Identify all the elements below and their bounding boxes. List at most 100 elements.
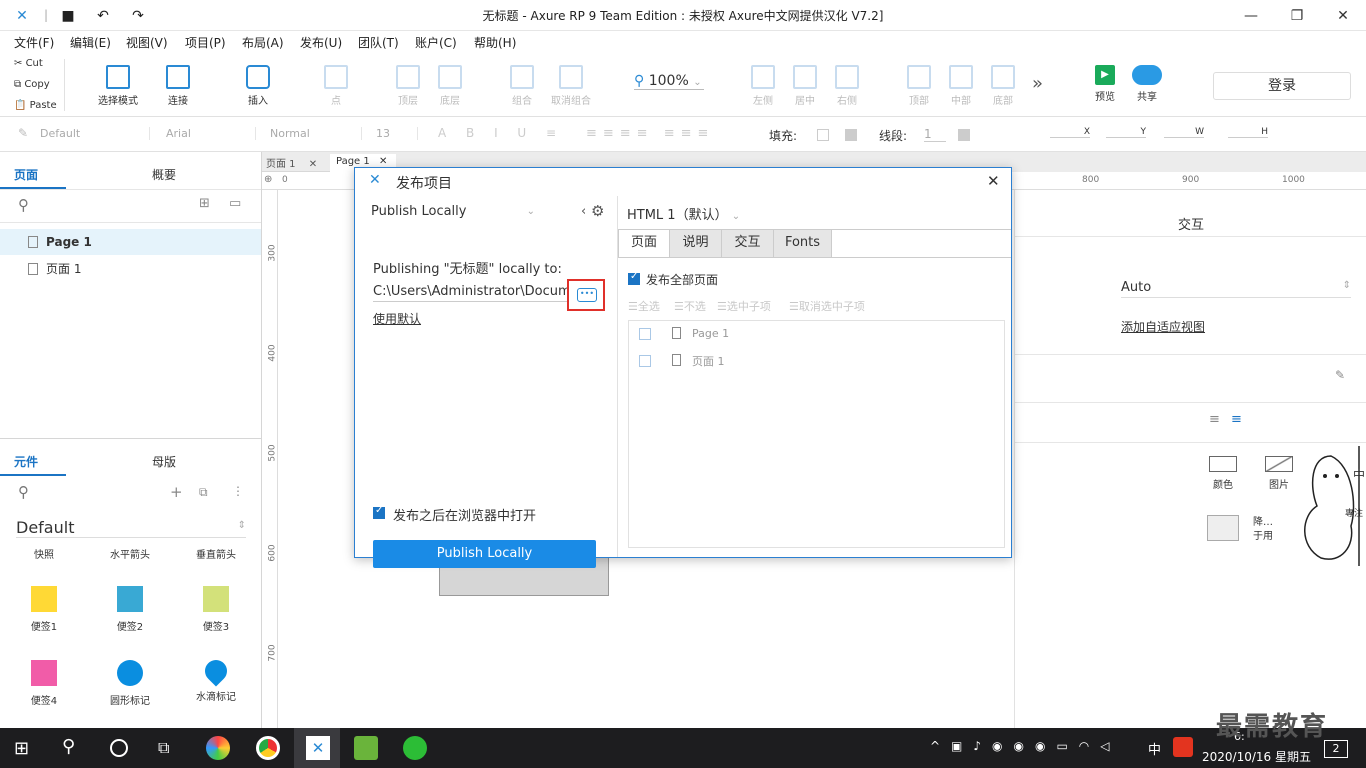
adaptive-view-select[interactable]: Auto ⇕ bbox=[1121, 280, 1351, 298]
menu-help[interactable]: 帮助(H) bbox=[474, 34, 516, 51]
inspector-tab-interactions[interactable]: 交互 bbox=[1015, 214, 1366, 233]
tab-libraries[interactable]: 元件 bbox=[14, 453, 38, 470]
page-checkbox[interactable] bbox=[639, 355, 651, 367]
fill-color-button[interactable]: 颜色 bbox=[1203, 456, 1243, 491]
clock-date[interactable]: 2020/10/16 星期五 bbox=[1202, 748, 1311, 765]
menu-edit[interactable]: 编辑(E) bbox=[70, 34, 111, 51]
library-select[interactable]: Default ⇕ bbox=[16, 518, 246, 538]
style-select[interactable]: Default bbox=[40, 127, 150, 140]
widget-sticky-2[interactable]: 便签2 bbox=[100, 586, 160, 633]
font-select[interactable]: Arial bbox=[166, 127, 256, 140]
more-icon[interactable]: ⋮ bbox=[232, 484, 244, 498]
cut-button[interactable]: ✂ Cut bbox=[14, 58, 43, 69]
align-left-icon[interactable]: ≡ bbox=[1209, 412, 1220, 427]
paste-button[interactable]: 📋 Paste bbox=[14, 100, 57, 111]
close-button[interactable]: ✕ bbox=[1320, 0, 1366, 31]
library-icon[interactable]: ⧉ bbox=[199, 485, 208, 500]
x-input[interactable]: X bbox=[1050, 127, 1090, 138]
search-icon[interactable]: ⚲ bbox=[18, 483, 29, 501]
group-button[interactable]: 组合 bbox=[494, 65, 550, 107]
search-icon[interactable]: ⚲ bbox=[18, 196, 29, 214]
align-right-button[interactable]: 右侧 bbox=[819, 65, 875, 107]
widget-sticky-1[interactable]: 便签1 bbox=[14, 586, 74, 633]
weight-select[interactable]: Normal bbox=[270, 127, 362, 140]
color-app-icon[interactable] bbox=[206, 736, 230, 760]
add-page-icon[interactable]: ⊞ bbox=[199, 196, 210, 211]
widget-circle-marker[interactable]: 圆形标记 bbox=[100, 660, 160, 707]
select-children-button[interactable]: ☰选中子项 bbox=[717, 298, 771, 314]
edit-icon[interactable]: ✎ bbox=[1335, 368, 1345, 382]
publish-mode-select[interactable]: Publish Locally ⌄ bbox=[371, 204, 535, 219]
tab-masters[interactable]: 母版 bbox=[152, 453, 176, 470]
browse-folder-button[interactable]: ••• bbox=[577, 288, 597, 302]
close-icon[interactable]: ✕ bbox=[309, 159, 317, 170]
tab-pages[interactable]: 页面 bbox=[14, 166, 38, 183]
tab-pages[interactable]: 页面 bbox=[618, 229, 670, 257]
minimize-button[interactable]: — bbox=[1228, 0, 1274, 31]
windows-start-icon[interactable]: ⊞ bbox=[14, 738, 29, 759]
height-input[interactable]: H bbox=[1228, 127, 1268, 138]
publish-all-checkbox[interactable] bbox=[628, 271, 640, 285]
folder-icon[interactable]: ▭ bbox=[229, 196, 241, 211]
output-path-input[interactable]: C:\Users\Administrator\Docume bbox=[373, 284, 569, 302]
copy-button[interactable]: ⧉ Copy bbox=[14, 79, 50, 90]
menu-layout[interactable]: 布局(A) bbox=[242, 34, 284, 51]
ungroup-button[interactable]: 取消组合 bbox=[543, 65, 599, 107]
insert-button[interactable]: 插入 bbox=[230, 65, 286, 107]
tab-interactions[interactable]: 交互 bbox=[722, 230, 774, 257]
widget-drop-marker[interactable]: 水滴标记 bbox=[186, 655, 246, 703]
tab-outline[interactable]: 概要 bbox=[152, 166, 176, 183]
tab-fonts[interactable]: Fonts bbox=[774, 230, 832, 257]
ime-indicator[interactable]: 中 bbox=[1148, 739, 1161, 758]
tab-notes[interactable]: 说明 bbox=[670, 230, 722, 257]
widget-h-arrow[interactable]: 水平箭头 bbox=[100, 546, 160, 561]
size-select[interactable]: 13 bbox=[376, 127, 418, 140]
deselect-children-button[interactable]: ☰取消选中子项 bbox=[789, 298, 865, 314]
align-center-icon[interactable]: ≡ bbox=[1231, 412, 1242, 427]
green-app-icon[interactable] bbox=[354, 736, 378, 760]
menu-file[interactable]: 文件(F) bbox=[14, 34, 54, 51]
menu-team[interactable]: 团队(T) bbox=[358, 34, 399, 51]
zoom-select[interactable]: ⚲ 100% ⌄ bbox=[634, 73, 704, 90]
search-icon[interactable]: ⚲ bbox=[62, 736, 75, 757]
alignment-icons[interactable]: ≡≡≡≡ ≡≡≡ bbox=[586, 126, 714, 141]
system-tray-icons[interactable]: ^▣♪◉◉◉▭◠◁ bbox=[930, 739, 1121, 753]
widget-snapshot[interactable]: 快照 bbox=[14, 546, 74, 561]
chrome-icon[interactable] bbox=[256, 736, 280, 760]
sogou-icon[interactable] bbox=[1173, 737, 1193, 757]
menu-publish[interactable]: 发布(U) bbox=[300, 34, 342, 51]
width-input[interactable]: W bbox=[1164, 127, 1204, 138]
add-adaptive-view-link[interactable]: 添加自适应视图 bbox=[1121, 318, 1205, 335]
axure-taskbar-icon[interactable]: ✕ bbox=[306, 736, 330, 760]
align-bottom-button[interactable]: 底部 bbox=[975, 65, 1031, 107]
login-button[interactable]: 登录 bbox=[1213, 72, 1351, 100]
page-item[interactable]: Page 1 bbox=[0, 229, 261, 255]
stroke-width-input[interactable]: 1 bbox=[924, 127, 946, 142]
connect-button[interactable]: 连接 bbox=[150, 65, 206, 107]
canvas-tab[interactable]: 页面 1 ✕ bbox=[266, 155, 328, 172]
send-bottom-button[interactable]: 底层 bbox=[422, 65, 478, 107]
add-icon[interactable]: + bbox=[170, 483, 183, 501]
share-button[interactable]: 共享 bbox=[1119, 65, 1175, 103]
stroke-color-swatch[interactable] bbox=[958, 129, 970, 141]
cortana-icon[interactable] bbox=[110, 739, 128, 757]
dialog-close-icon[interactable]: ✕ bbox=[987, 172, 1000, 190]
wechat-icon[interactable] bbox=[403, 736, 427, 760]
select-none-button[interactable]: ☰不选 bbox=[674, 298, 706, 314]
publish-locally-button[interactable]: Publish Locally bbox=[373, 540, 596, 568]
widget-v-arrow[interactable]: 垂直箭头 bbox=[186, 546, 246, 561]
page-checkbox[interactable] bbox=[639, 328, 651, 340]
shadow-swatch[interactable] bbox=[845, 129, 857, 141]
select-all-button[interactable]: ☰全选 bbox=[628, 298, 660, 314]
use-default-link[interactable]: 使用默认 bbox=[373, 310, 421, 327]
gear-icon[interactable]: ⚙ bbox=[591, 202, 604, 220]
select-mode-button[interactable]: 选择模式 bbox=[90, 65, 146, 107]
menu-view[interactable]: 视图(V) bbox=[126, 34, 168, 51]
text-style-icons[interactable]: A B I U ≡ bbox=[438, 126, 564, 140]
open-browser-checkbox[interactable] bbox=[373, 505, 385, 519]
menu-project[interactable]: 项目(P) bbox=[185, 34, 226, 51]
maximize-button[interactable]: ❐ bbox=[1274, 0, 1320, 31]
more-tools-icon[interactable]: » bbox=[1032, 73, 1043, 94]
page-item[interactable]: 页面 1 bbox=[0, 256, 261, 282]
chevron-left-icon[interactable]: ‹ bbox=[581, 204, 586, 219]
